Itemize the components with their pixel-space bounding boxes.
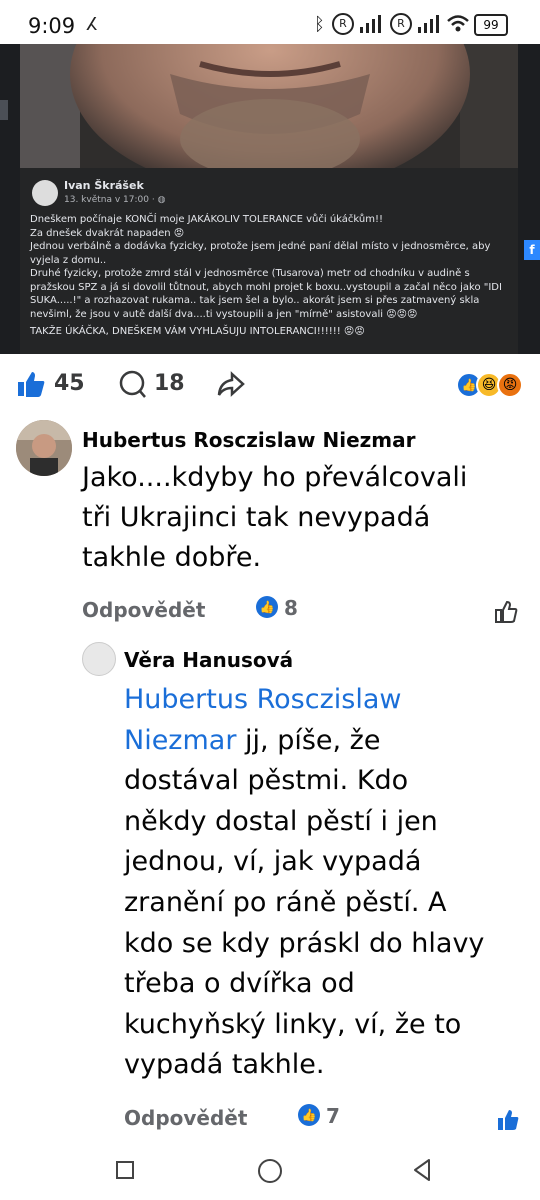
signal-icon [360, 15, 381, 33]
reaction-bar: 45 18 👍 😆 😡 [0, 354, 540, 414]
reply-body: jj, píše, že dostával pěstmi. Kdo někdy … [124, 724, 485, 1081]
signal-icon-2 [418, 15, 439, 33]
battery-indicator: 99 [474, 14, 508, 36]
post-body: Dneškem počínaje KONČÍ moje JAKÁKOLIV TO… [30, 213, 514, 339]
post-paragraph: Dneškem počínaje KONČÍ moje JAKÁKOLIV TO… [30, 214, 384, 239]
home-icon[interactable] [256, 1157, 284, 1185]
like-count: 45 [54, 371, 85, 396]
battery-level: 99 [483, 18, 499, 32]
back-icon[interactable] [410, 1157, 434, 1183]
shared-post-screenshot[interactable]: Ivan Škrášek 13. května v 17:00 · ◍ Dneš… [0, 44, 540, 354]
reply-button[interactable]: Odpovědět [82, 598, 205, 622]
post-author-name[interactable]: Ivan Škrášek [64, 179, 144, 192]
reply-author-avatar[interactable] [82, 642, 116, 676]
recents-icon[interactable] [114, 1159, 136, 1181]
like-outline-icon[interactable] [494, 600, 518, 624]
side-edge [0, 100, 8, 120]
angry-reaction-icon[interactable]: 😡 [497, 372, 523, 398]
post-paragraph: TAKŽE ÚKÁČKA, DNEŠKEM VÁM VYHLAŠUJU INTO… [30, 326, 365, 337]
bluetooth-icon: ᛒ [314, 14, 325, 35]
wifi-icon [447, 15, 469, 32]
reply-author[interactable]: Věra Hanusová [124, 648, 293, 672]
registered-icon-2: R [390, 13, 412, 35]
like-icon[interactable] [16, 370, 46, 398]
registered-icon: R [332, 13, 354, 35]
side-fb-icon: f [524, 240, 540, 260]
notification-icon: ⵃ [86, 14, 98, 35]
avatar-photo [16, 420, 72, 476]
comment-count: 18 [154, 371, 185, 396]
reply-like-count: 7 [326, 1104, 340, 1128]
reply-button-2[interactable]: Odpovědět [124, 1106, 247, 1130]
liked-icon[interactable] [496, 1108, 520, 1132]
comment-text: Jako....kdyby ho převálcovali tři Ukraji… [82, 462, 468, 573]
post-paragraph: Jednou verbálně a dodávka fyzicky, proto… [30, 241, 491, 266]
post-author-avatar [32, 180, 58, 206]
comment-like-count: 8 [284, 596, 298, 620]
reply-like-badge: 👍 [298, 1104, 320, 1126]
comment-author[interactable]: Hubertus Rosczislaw Niezmar [82, 428, 415, 452]
globe-icon: ◍ [157, 195, 166, 205]
post-date: 13. května v 17:00 · ◍ [64, 195, 165, 205]
post-paragraph: Druhé fyzicky, protože zmrd stál v jedno… [30, 268, 502, 320]
comment-icon[interactable] [118, 370, 148, 400]
post-card: Ivan Škrášek 13. května v 17:00 · ◍ Dneš… [20, 168, 518, 354]
post-photo [20, 44, 518, 168]
comment-like-badge: 👍 [256, 596, 278, 618]
face-photo [20, 44, 518, 168]
share-icon[interactable] [216, 370, 246, 398]
android-nav-bar [0, 1135, 540, 1200]
clock: 9:09 [28, 14, 76, 38]
commenter-avatar[interactable] [16, 420, 72, 476]
post-date-text: 13. května v 17:00 · [64, 195, 158, 205]
reply-text: Hubertus Rosczislaw Niezmar jj, píše, že… [124, 680, 499, 1086]
